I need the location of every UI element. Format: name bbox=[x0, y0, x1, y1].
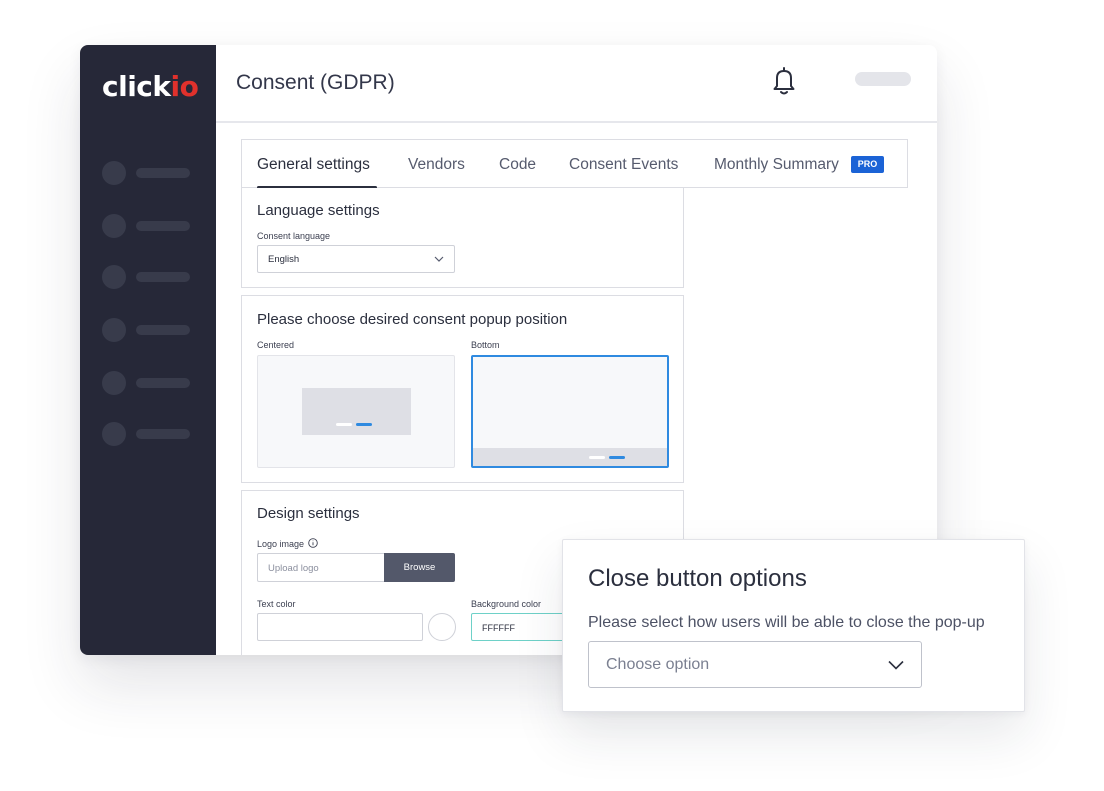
sidebar-item-6[interactable] bbox=[102, 422, 194, 446]
position-centered-option[interactable] bbox=[257, 355, 455, 468]
nav-icon-placeholder bbox=[102, 161, 126, 185]
nav-icon-placeholder bbox=[102, 265, 126, 289]
nav-label-placeholder bbox=[136, 378, 190, 388]
sidebar-item-3[interactable] bbox=[102, 265, 194, 289]
sidebar-item-5[interactable] bbox=[102, 371, 194, 395]
sidebar-item-1[interactable] bbox=[102, 161, 194, 185]
preview-button-primary bbox=[609, 456, 625, 459]
nav-label-placeholder bbox=[136, 325, 190, 335]
consent-language-value: English bbox=[268, 254, 300, 265]
close-option-select[interactable]: Choose option bbox=[588, 641, 922, 688]
sidebar-item-2[interactable] bbox=[102, 214, 194, 238]
user-menu[interactable] bbox=[855, 72, 911, 86]
nav-label-placeholder bbox=[136, 429, 190, 439]
nav-label-placeholder bbox=[136, 168, 190, 178]
sidebar: clickio bbox=[80, 45, 216, 655]
top-bar: Consent (GDPR) bbox=[216, 45, 937, 123]
consent-language-label: Consent language bbox=[257, 231, 331, 241]
clickio-logo[interactable]: clickio bbox=[102, 69, 199, 105]
design-settings-title: Design settings bbox=[257, 505, 360, 522]
tab-vendors[interactable]: Vendors bbox=[408, 156, 465, 174]
close-option-placeholder: Choose option bbox=[606, 656, 710, 673]
preview-button-secondary bbox=[336, 423, 352, 426]
logo-image-label: Logo image bbox=[257, 538, 318, 549]
preview-button-primary bbox=[356, 423, 372, 426]
language-settings-title: Language settings bbox=[257, 202, 380, 219]
close-button-options-description: Please select how users will be able to … bbox=[588, 614, 985, 631]
pro-badge: PRO bbox=[851, 156, 884, 173]
popup-position-title: Please choose desired consent popup posi… bbox=[257, 311, 568, 328]
bottom-popup-preview bbox=[473, 448, 667, 466]
position-bottom-option[interactable] bbox=[471, 355, 669, 468]
nav-icon-placeholder bbox=[102, 214, 126, 238]
logo-upload-field[interactable]: Upload logo bbox=[257, 553, 385, 582]
chevron-down-icon bbox=[434, 256, 444, 262]
page-title: Consent (GDPR) bbox=[236, 71, 395, 94]
centered-popup-preview bbox=[302, 388, 411, 435]
close-button-options-card: Close button options Please select how u… bbox=[562, 539, 1025, 712]
settings-tabs: General settings Vendors Code Consent Ev… bbox=[241, 139, 908, 189]
logo-upload-placeholder: Upload logo bbox=[268, 563, 319, 574]
chevron-down-icon bbox=[888, 660, 904, 670]
consent-language-select[interactable]: English bbox=[257, 245, 455, 273]
close-button-options-title: Close button options bbox=[588, 565, 807, 592]
nav-label-placeholder bbox=[136, 272, 190, 282]
preview-button-secondary bbox=[589, 456, 605, 459]
info-icon[interactable] bbox=[307, 538, 318, 548]
tab-general-settings[interactable]: General settings bbox=[257, 156, 370, 174]
tab-consent-events[interactable]: Consent Events bbox=[569, 156, 678, 174]
browse-button[interactable]: Browse bbox=[384, 553, 455, 582]
nav-icon-placeholder bbox=[102, 422, 126, 446]
text-color-label: Text color bbox=[257, 599, 296, 609]
tab-monthly-summary[interactable]: Monthly Summary bbox=[714, 156, 839, 174]
nav-label-placeholder bbox=[136, 221, 190, 231]
tab-code[interactable]: Code bbox=[499, 156, 536, 174]
position-centered-label: Centered bbox=[257, 340, 295, 350]
position-bottom-label: Bottom bbox=[471, 340, 500, 350]
text-color-swatch[interactable] bbox=[428, 613, 456, 641]
nav-icon-placeholder bbox=[102, 371, 126, 395]
text-color-input[interactable] bbox=[257, 613, 423, 641]
sidebar-item-4[interactable] bbox=[102, 318, 194, 342]
bell-icon[interactable] bbox=[770, 65, 798, 97]
background-color-value: FFFFFF bbox=[482, 623, 515, 633]
background-color-label: Background color bbox=[471, 599, 542, 609]
popup-position-card: Please choose desired consent popup posi… bbox=[241, 295, 684, 483]
nav-icon-placeholder bbox=[102, 318, 126, 342]
language-settings-card: Language settings Consent language Engli… bbox=[241, 188, 684, 288]
